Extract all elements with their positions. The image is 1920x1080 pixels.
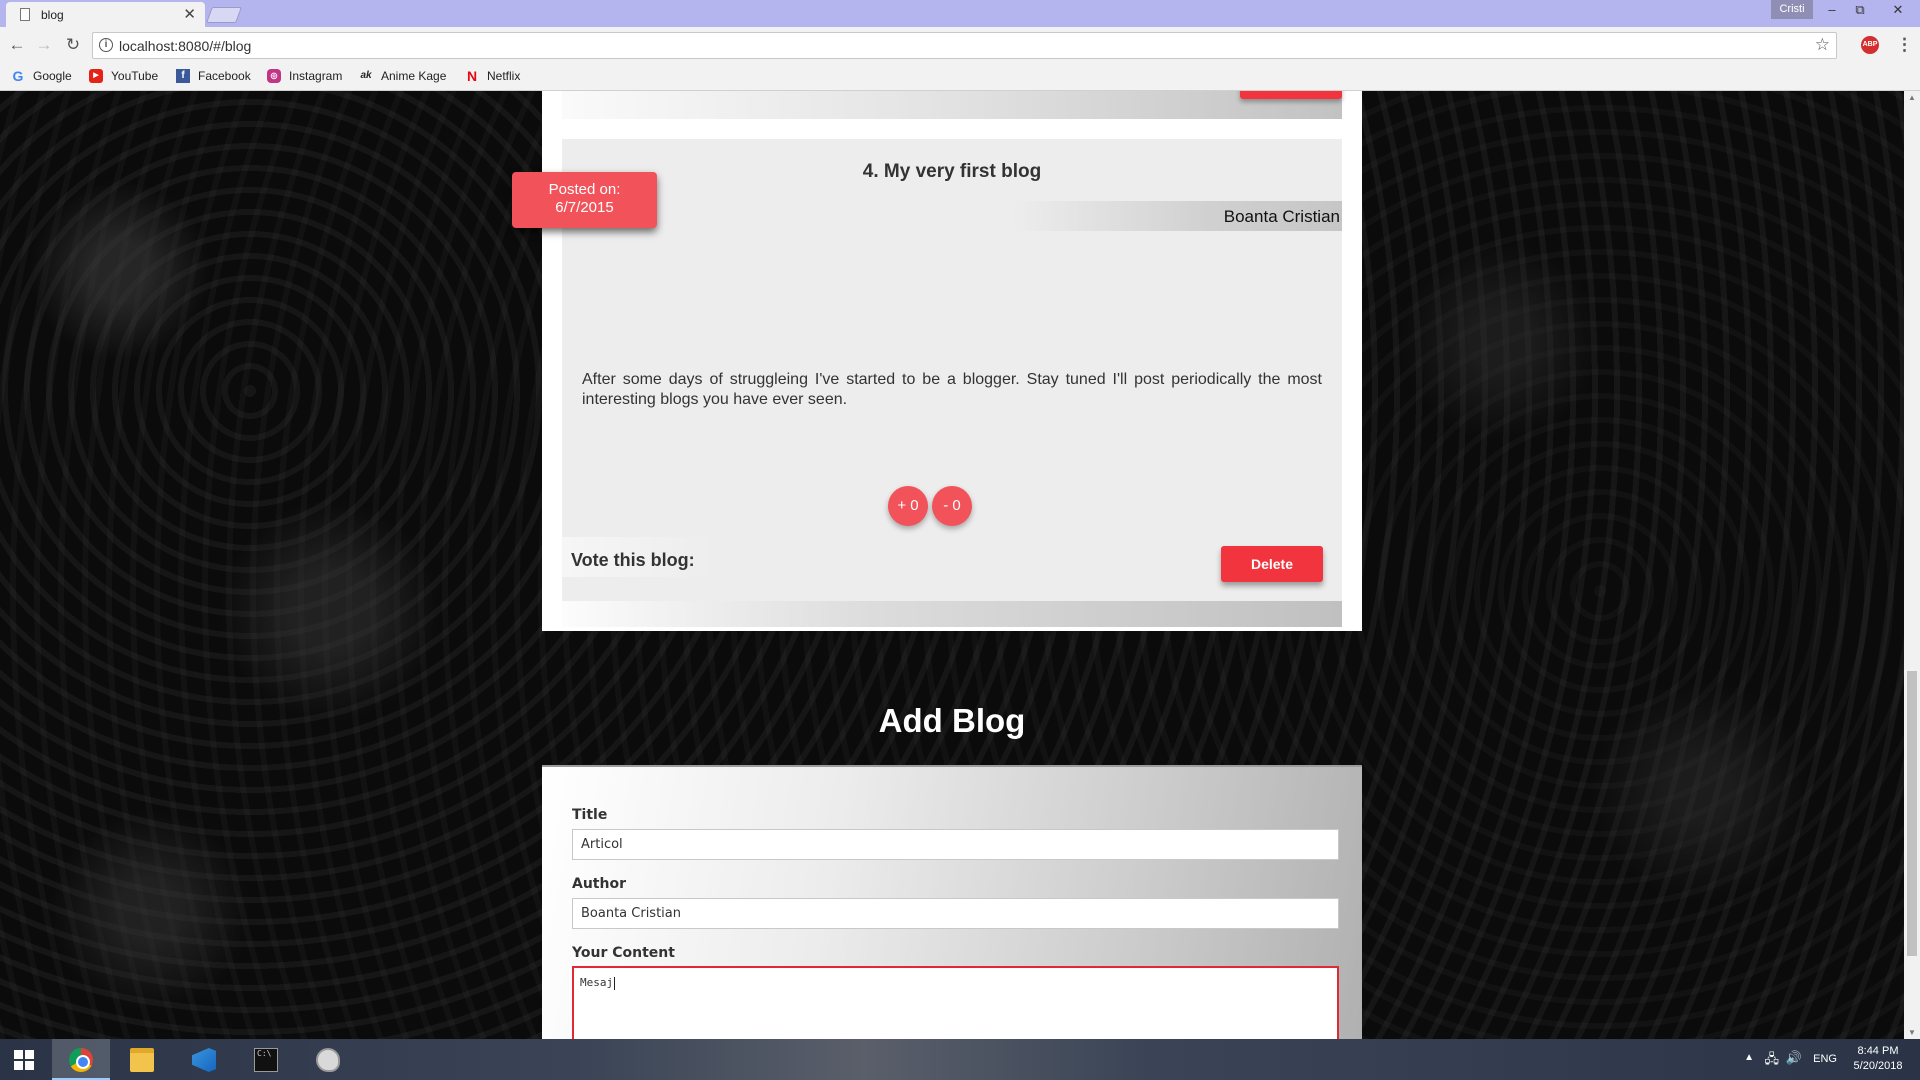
bookmark-star-icon[interactable]: ☆ [1815, 35, 1830, 55]
minimize-icon[interactable]: – [1818, 0, 1846, 19]
clock[interactable]: 8:44 PM 5/20/2018 [1850, 1044, 1906, 1074]
bookmark-label: Google [33, 69, 72, 83]
previous-post-footer [562, 91, 1342, 119]
bookmark-anime-kage[interactable]: ak Anime Kage [359, 69, 446, 83]
netflix-icon: N [466, 68, 478, 84]
google-icon: G [12, 68, 24, 84]
vote-label: Vote this blog: [571, 550, 695, 570]
text-caret [614, 976, 616, 990]
scroll-up-icon[interactable]: ▲ [1908, 93, 1916, 102]
windows-logo-icon [14, 1050, 34, 1070]
page-viewport: 4. My very first blog Boanta Cristian Af… [0, 91, 1904, 1039]
bookmark-label: Facebook [198, 69, 251, 83]
menu-dots-icon[interactable]: ⋮ [1896, 35, 1913, 55]
facebook-icon: f [176, 69, 190, 83]
chrome-icon [69, 1048, 93, 1072]
browser-tab-bar: blog ✕ Cristi – ⧉ ✕ [0, 0, 1920, 27]
bookmark-label: Instagram [289, 69, 343, 83]
bookmark-netflix[interactable]: N Netflix [465, 69, 520, 83]
posted-on-badge: Posted on: 6/7/2015 [512, 172, 657, 228]
content-textarea[interactable]: Mesaj [572, 966, 1339, 1039]
scrollbar-thumb[interactable] [1907, 671, 1917, 956]
clock-date: 5/20/2018 [1853, 1060, 1903, 1072]
bookmark-facebook[interactable]: f Facebook [176, 69, 251, 83]
taskbar-chrome[interactable] [52, 1039, 110, 1080]
info-icon[interactable]: i [99, 38, 113, 52]
add-blog-form: Title Articol Author Boanta Cristian You… [542, 765, 1362, 1039]
bookmark-label: Netflix [487, 69, 521, 83]
address-bar[interactable]: i localhost:8080/#/blog ☆ [92, 32, 1837, 59]
taskbar-file-explorer[interactable] [113, 1039, 171, 1080]
reload-icon[interactable]: ↻ [62, 34, 84, 56]
language-indicator[interactable]: ENG [1813, 1053, 1837, 1065]
add-blog-heading: Add Blog [878, 702, 1026, 739]
terminal-icon: C:\ [254, 1048, 278, 1072]
bookmark-instagram[interactable]: ◎ Instagram [267, 69, 342, 83]
title-label: Title [572, 807, 608, 823]
page-icon [20, 8, 30, 21]
bookmark-label: YouTube [111, 69, 159, 83]
start-button[interactable] [0, 1039, 48, 1080]
paint-palette-icon [316, 1048, 340, 1072]
vscode-icon [192, 1048, 216, 1072]
post-body: After some days of struggleing I've star… [582, 371, 1322, 408]
author-bar: Boanta Cristian [1012, 201, 1342, 231]
back-arrow-icon[interactable]: ← [6, 34, 28, 56]
clock-time: 8:44 PM [1857, 1045, 1899, 1057]
bookmark-google[interactable]: G Google [11, 69, 72, 83]
close-icon[interactable]: ✕ [1881, 0, 1915, 19]
taskbar-command-prompt[interactable]: C:\ [237, 1039, 295, 1080]
new-tab-button[interactable] [206, 7, 242, 23]
author-label: Author [572, 876, 626, 892]
windows-taskbar: C:\ ▲ 🖧 🔊 ENG 8:44 PM 5/20/2018 [0, 1039, 1920, 1080]
content-label: Your Content [572, 945, 675, 961]
address-url[interactable]: localhost:8080/#/blog [119, 38, 251, 54]
taskbar-paint[interactable] [299, 1039, 357, 1080]
content-text: Mesaj [580, 976, 614, 989]
folder-icon [130, 1048, 154, 1072]
volume-icon[interactable]: 🔊 [1786, 1050, 1802, 1066]
downvote-button[interactable]: - 0 [932, 486, 972, 526]
post-author: Boanta Cristian [1223, 207, 1340, 226]
adblock-icon[interactable]: ABP [1861, 36, 1879, 54]
tab-close-icon[interactable]: ✕ [183, 5, 196, 23]
previous-delete-button[interactable] [1240, 91, 1342, 99]
anime-kage-icon: ak [360, 70, 372, 81]
bookmark-youtube[interactable]: ▶ YouTube [89, 69, 158, 83]
tab-title: blog [41, 8, 64, 22]
page-scrollbar[interactable]: ▲ ▼ [1904, 91, 1920, 1039]
posted-on-date: 6/7/2015 [555, 199, 614, 216]
browser-toolbar: ← → ↻ i localhost:8080/#/blog ☆ ABP ⋮ [0, 27, 1920, 64]
posted-on-label: Posted on: [548, 181, 621, 198]
tray-chevron-up-icon[interactable]: ▲ [1744, 1052, 1754, 1063]
blog-post-card: 4. My very first blog Boanta Cristian Af… [562, 139, 1342, 627]
title-input[interactable]: Articol [572, 829, 1339, 860]
author-input[interactable]: Boanta Cristian [572, 898, 1339, 929]
restore-icon[interactable]: ⧉ [1846, 0, 1874, 19]
bookmarks-bar: G Google ▶ YouTube f Facebook ◎ Instagra… [0, 64, 1920, 91]
scroll-down-icon[interactable]: ▼ [1908, 1028, 1916, 1037]
bookmark-label: Anime Kage [381, 69, 447, 83]
network-icon[interactable]: 🖧 [1765, 1050, 1780, 1072]
profile-button[interactable]: Cristi [1771, 0, 1813, 19]
delete-button[interactable]: Delete [1221, 546, 1323, 582]
upvote-button[interactable]: + 0 [888, 486, 928, 526]
blog-post: 4. My very first blog Boanta Cristian Af… [562, 139, 1342, 627]
post-title: 4. My very first blog [862, 161, 1042, 182]
forward-arrow-icon[interactable]: → [33, 34, 55, 56]
instagram-icon: ◎ [267, 69, 281, 83]
youtube-icon: ▶ [89, 69, 103, 83]
taskbar-vscode[interactable] [175, 1039, 233, 1080]
browser-tab[interactable]: blog ✕ [6, 2, 205, 27]
